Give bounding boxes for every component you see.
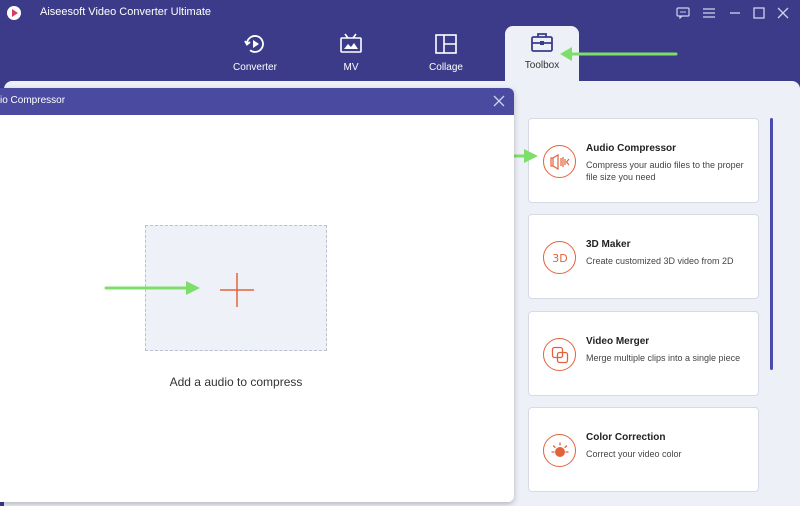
dialog-header: io Compressor: [0, 88, 514, 115]
collage-icon: [435, 34, 457, 54]
svg-text:3D: 3D: [552, 252, 567, 265]
tool-card-3d-maker[interactable]: 3D 3D Maker Create customized 3D video f…: [528, 214, 759, 299]
tool-desc: Correct your video color: [586, 449, 682, 459]
annotation-arrow-add-audio: [104, 281, 200, 295]
video-merger-icon: [543, 338, 576, 371]
tab-mv[interactable]: MV: [314, 28, 388, 80]
converter-icon: [244, 35, 264, 53]
audio-compressor-icon: [543, 145, 576, 178]
tool-name: Video Merger: [586, 336, 650, 347]
toolbox-icon: [531, 33, 553, 52]
app-logo-icon: [7, 6, 21, 20]
tab-converter[interactable]: Converter: [218, 28, 292, 80]
tab-collage[interactable]: Collage: [409, 28, 483, 80]
maximize-icon[interactable]: [750, 4, 768, 22]
title-bar: Aiseesoft Video Converter Ultimate: [0, 0, 800, 26]
feedback-icon[interactable]: [674, 4, 692, 22]
tool-name: Audio Compressor: [586, 143, 677, 154]
plus-icon: [220, 273, 254, 307]
tool-name: 3D Maker: [586, 239, 631, 250]
mv-icon: [340, 33, 362, 53]
3d-maker-icon: 3D: [543, 241, 576, 274]
tool-card-color-correction[interactable]: Color Correction Correct your video colo…: [528, 407, 759, 492]
close-icon[interactable]: [774, 4, 792, 22]
tool-name: Color Correction: [586, 432, 666, 443]
tools-scrollbar[interactable]: [770, 118, 773, 370]
dialog-title: io Compressor: [0, 95, 66, 106]
close-icon[interactable]: [492, 94, 506, 108]
audio-compressor-dialog: io Compressor Add a audio to compress: [0, 88, 514, 502]
app-title: Aiseesoft Video Converter Ultimate: [40, 6, 211, 18]
minimize-icon[interactable]: [726, 4, 744, 22]
tool-card-video-merger[interactable]: Video Merger Merge multiple clips into a…: [528, 311, 759, 396]
annotation-arrow-toolbox: [560, 47, 678, 61]
add-audio-label: Add a audio to compress: [169, 375, 303, 389]
tool-desc: Merge multiple clips into a single piece: [586, 353, 741, 363]
color-correction-icon: [543, 434, 576, 467]
tool-desc: Compress your audio files to the proper …: [586, 160, 744, 182]
tool-desc: Create customized 3D video from 2D: [586, 256, 734, 266]
tool-card-audio-compressor[interactable]: Audio Compressor Compress your audio fil…: [528, 118, 759, 203]
menu-icon[interactable]: [700, 4, 718, 22]
